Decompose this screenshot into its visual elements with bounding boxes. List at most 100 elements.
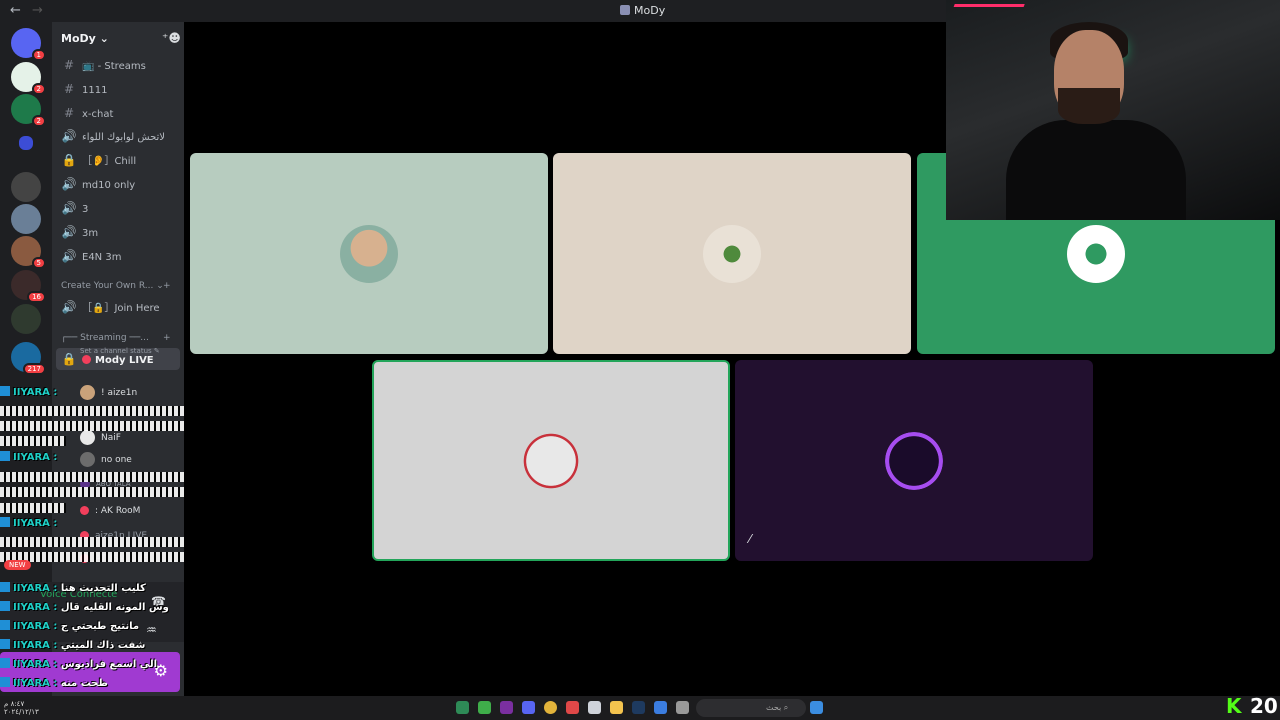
hash-icon: # [63,106,75,120]
channel-label: E4N 3m [82,252,122,263]
set-channel-status[interactable]: Set a channel status ✎ [80,347,160,355]
taskbar: ٨:٤٧ م ٢٠٢٤/١٢/١٣ بحث ⌕ [0,696,1280,720]
voice-channel[interactable]: 🔊 3m [56,221,180,243]
channel-label: ［👂］Chill [82,156,137,167]
chat-message: IIYARA : [0,517,57,533]
xbox-icon[interactable] [478,701,491,714]
plus-icon[interactable]: + [163,333,171,343]
live-dot-icon [80,506,89,515]
channel-1111[interactable]: #1111 [56,78,180,100]
chat-username: IIYARA : [13,518,58,529]
channel-label: md10 only [82,180,136,191]
category-streaming[interactable]: ┌── Streaming ──... [61,333,149,343]
overlay-divider [0,537,194,547]
chat-username: IIYARA : [13,659,58,670]
voice-member[interactable]: NaiF [80,430,121,446]
chat-text: مانتيج طبحتي ج [60,621,140,632]
discord-home-icon[interactable]: 1 [11,28,46,61]
add-person-icon[interactable]: ⁺☻ [162,31,181,45]
server-icon[interactable] [11,304,41,334]
discord-icon[interactable] [522,701,535,714]
server-icon[interactable]: 217 [11,342,46,375]
voice-channel[interactable]: 🔊 E4N 3m [56,245,180,267]
avatar [1067,224,1125,283]
server-name[interactable]: MoDy ⌄ [61,32,109,45]
avatar [80,430,95,445]
speaker-icon: 🔊 [61,249,77,263]
chat-message: IIYARA : مانتيج طبحتي ج [0,620,139,636]
chat-message: IIYARA : وش المونه القليه قال [0,601,169,617]
app-icon[interactable] [676,701,689,714]
app-icon[interactable] [654,701,667,714]
window-title-text: MoDy [634,4,666,17]
search-icon: ⌕ [783,703,789,712]
channel-x-chat[interactable]: # x-chat [56,102,180,124]
voice-member[interactable]: ! aize1n [80,385,137,401]
hash-icon: # [63,58,75,72]
twitch-icon [0,658,10,668]
participant-tile[interactable]: ⁄ [735,360,1093,561]
steam-icon[interactable] [632,701,645,714]
taskbar-clock[interactable]: ٨:٤٧ م ٢٠٢٤/١٢/١٣ [4,700,39,716]
forward-arrow-icon[interactable]: → [32,3,43,18]
muted-icon: ⁄ [749,532,752,546]
streamer-beard [1058,88,1120,124]
taskbar-search[interactable]: بحث ⌕ [696,699,806,717]
app-icon [620,5,630,15]
speaker-icon: 🔊 [61,129,77,143]
noise-suppression-icon[interactable]: ♒ [146,623,157,637]
back-arrow-icon[interactable]: ← [10,3,21,18]
channel-label: Mody LIVE [95,355,154,366]
chat-text: شفت ذاك الميتي [60,640,146,651]
twitch-icon [0,639,10,649]
plus-icon[interactable]: + [163,281,171,291]
chat-username: IIYARA : [13,678,58,689]
overlay-divider [0,436,66,446]
live-dot-icon [82,355,91,364]
avatar [340,224,398,283]
participant-tile[interactable] [190,153,548,354]
new-badge: NEW [4,560,31,570]
channel-label: 1111 [82,85,108,96]
chat-text: الي اسمع فراديوس [60,659,158,670]
folder-icon[interactable] [19,136,33,150]
app-icon[interactable] [588,701,601,714]
server-icon[interactable]: 2 [11,94,46,127]
chat-message: IIYARA : الي اسمع فراديوس [0,658,157,674]
server-icon[interactable]: 2 [11,62,46,95]
channel-label: x-chat [82,109,114,120]
lock-icon: 🔒 [61,352,77,366]
chat-username: IIYARA : [13,387,58,398]
voice-channel[interactable]: 🔊 لاتحش لوابوك اللواء [56,125,180,147]
chat-username: IIYARA : [13,640,58,651]
folder-icon[interactable] [610,701,623,714]
participant-tile[interactable] [553,153,911,354]
speaker-icon: 🔊 [61,177,77,191]
chrome-icon[interactable] [544,701,557,714]
voice-channel-ak-room[interactable]: : AK RooM [80,503,140,519]
voice-channel-join-here[interactable]: 🔊 ［🔒］Join Here [56,296,180,318]
app-icon[interactable] [500,701,513,714]
chat-username: IIYARA : [13,452,58,463]
channel-label: لاتحش لوابوك اللواء [82,132,166,143]
server-icon[interactable] [11,172,41,202]
search-placeholder: بحث [766,703,782,712]
voice-member[interactable]: no one [80,452,132,468]
voice-channel[interactable]: 🔊 md10 only [56,173,180,195]
server-icon[interactable]: 5 [11,236,46,269]
channel-label: ［🔒］Join Here [82,303,160,314]
windows-start-icon[interactable] [810,701,823,714]
lock-icon: 🔒 [61,153,77,167]
channel-streams[interactable]: # 📺 - Streams [56,54,180,76]
app-icon[interactable] [566,701,579,714]
server-icon[interactable]: 16 [11,270,46,303]
app-icon[interactable] [456,701,469,714]
participant-tile-speaking[interactable] [372,360,730,561]
voice-channel-chill[interactable]: 🔒 ［👂］Chill [56,149,180,171]
window-title: MoDy [620,4,665,17]
avatar [80,385,95,400]
voice-channel[interactable]: 🔊 3 [56,197,180,219]
category-create-your-own[interactable]: Create Your Own R... ⌄ [61,281,164,291]
server-icon[interactable] [11,204,41,234]
channel-label: 3m [82,228,99,239]
